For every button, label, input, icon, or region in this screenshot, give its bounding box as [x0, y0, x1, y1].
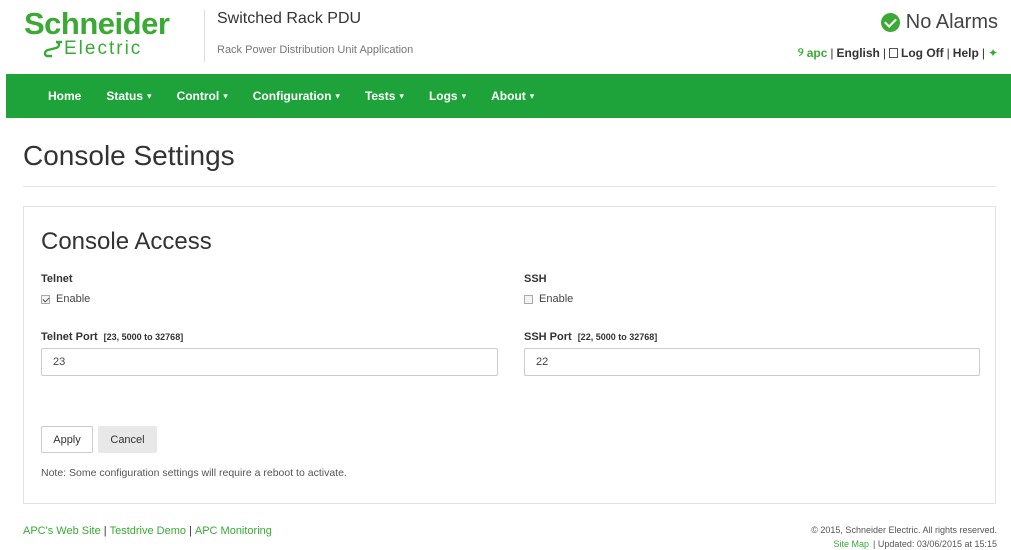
- telnet-enable-label: Enable: [56, 293, 91, 305]
- chevron-down-icon: ▾: [529, 90, 535, 101]
- telnet-port-label-text: Telnet Port: [41, 331, 98, 343]
- chevron-down-icon: ▾: [147, 90, 152, 101]
- main-navigation: Home Status ▾ Control ▾ Configuration ▾ …: [6, 74, 1011, 118]
- apc-link-label: apc: [806, 45, 828, 60]
- ssh-port-input[interactable]: 22: [524, 348, 980, 376]
- site-map-link[interactable]: Site Map: [834, 539, 870, 549]
- title-divider: [23, 186, 996, 187]
- separator: |: [946, 45, 950, 60]
- nav-configuration[interactable]: Configuration ▾: [253, 89, 340, 103]
- separator: |: [830, 45, 834, 60]
- nav-logs[interactable]: Logs ▾: [429, 89, 466, 103]
- chevron-down-icon: ▾: [335, 90, 340, 101]
- nav-status-label: Status: [106, 89, 144, 103]
- application-name: Rack Power Distribution Unit Application: [217, 44, 414, 56]
- telnet-port-input[interactable]: 23: [41, 348, 498, 376]
- logoff-label: Log Off: [901, 45, 944, 60]
- separator: |: [189, 525, 192, 537]
- nav-control[interactable]: Control ▾: [177, 89, 228, 103]
- last-updated-text: | Updated: 03/06/2015 at 15:15: [873, 539, 997, 549]
- separator: |: [981, 45, 985, 60]
- apply-button[interactable]: Apply: [41, 426, 93, 453]
- nav-tests-label: Tests: [364, 89, 396, 103]
- separator: |: [882, 45, 887, 60]
- separator: |: [103, 525, 107, 537]
- logo-text-secondary: Electric: [64, 38, 143, 59]
- product-name: Switched Rack PDU: [217, 10, 362, 27]
- apc-swirl-icon: ୨: [797, 45, 804, 59]
- telnet-port-range: [23, 5000 to 32768]: [103, 332, 184, 342]
- nav-home[interactable]: Home: [48, 89, 81, 103]
- nav-about-label: About: [491, 89, 526, 103]
- chevron-down-icon: ▾: [399, 90, 404, 101]
- nav-about[interactable]: About ▾: [491, 89, 534, 103]
- language-link[interactable]: English: [837, 46, 880, 60]
- telnet-label: Telnet: [41, 273, 73, 285]
- chevron-down-icon: ▾: [461, 90, 467, 101]
- nav-status[interactable]: Status ▾: [106, 89, 151, 103]
- header-divider: [204, 10, 205, 62]
- footer-links: APC's Web Site | Testdrive Demo | APC Mo…: [23, 525, 272, 537]
- logoff-icon: [889, 47, 899, 58]
- ssh-enable-checkbox[interactable]: Enable: [524, 293, 573, 305]
- ssh-port-label-text: SSH Port: [524, 331, 572, 343]
- checkbox-unchecked-icon: [524, 294, 533, 304]
- check-circle-icon: [880, 13, 900, 32]
- ssh-label: SSH: [524, 273, 547, 285]
- checkbox-checked-icon: [41, 294, 50, 304]
- apc-monitoring-link[interactable]: APC Monitoring: [195, 525, 272, 537]
- apc-website-link[interactable]: APC's Web Site: [23, 525, 101, 537]
- logo-mark-icon: [43, 40, 62, 58]
- telnet-enable-checkbox[interactable]: Enable: [41, 293, 90, 305]
- nav-tests[interactable]: Tests ▾: [365, 89, 404, 103]
- ssh-enable-label: Enable: [539, 293, 574, 305]
- alarm-status[interactable]: No Alarms: [880, 11, 998, 34]
- ssh-port-range: [22, 5000 to 32768]: [577, 332, 658, 342]
- logo-text-primary: Schneider: [24, 6, 170, 41]
- nav-configuration-label: Configuration: [252, 89, 332, 103]
- schneider-electric-logo[interactable]: Schneider Electric: [24, 8, 196, 64]
- reboot-note: Note: Some configuration settings will r…: [41, 467, 347, 479]
- copyright-text: © 2015, Schneider Electric. All rights r…: [811, 525, 997, 535]
- apc-link[interactable]: ୨ apc: [798, 45, 828, 60]
- telnet-port-label: Telnet Port [23, 5000 to 32768]: [41, 331, 183, 343]
- page-title: Console Settings: [23, 140, 235, 171]
- ssh-port-label: SSH Port [22, 5000 to 32768]: [524, 331, 657, 343]
- console-access-panel: Console Access Telnet Enable SSH Enable …: [23, 206, 996, 504]
- logoff-link[interactable]: Log Off: [889, 46, 944, 60]
- cancel-button[interactable]: Cancel: [98, 426, 157, 453]
- header: Schneider Electric Switched Rack PDU Rac…: [0, 0, 1011, 74]
- pin-icon[interactable]: ✦: [988, 46, 998, 60]
- nav-control-label: Control: [176, 89, 220, 103]
- footer-meta: Site Map | Updated: 03/06/2015 at 15:15: [834, 539, 997, 549]
- alarm-status-text: No Alarms: [905, 11, 998, 33]
- help-link[interactable]: Help: [953, 46, 979, 60]
- panel-title: Console Access: [41, 228, 212, 255]
- chevron-down-icon: ▾: [223, 90, 228, 101]
- nav-home-label: Home: [48, 89, 82, 103]
- nav-logs-label: Logs: [428, 89, 458, 103]
- testdrive-demo-link[interactable]: Testdrive Demo: [110, 525, 186, 537]
- top-links: ୨ apc | English | Log Off | Help | ✦: [798, 45, 998, 60]
